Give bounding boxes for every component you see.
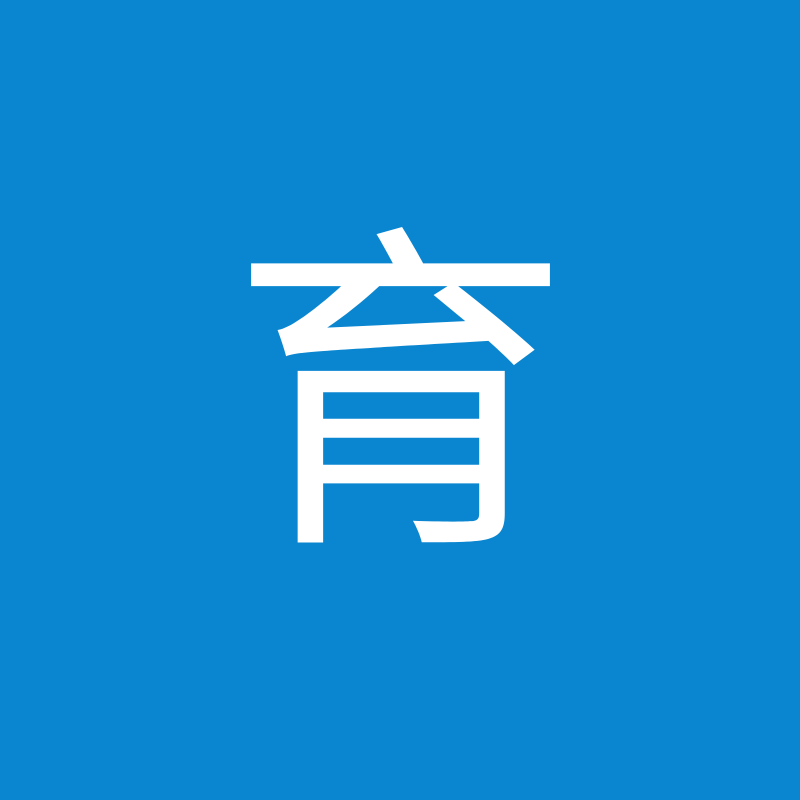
avatar-character: 育 xyxy=(230,200,570,596)
avatar-tile: 育 xyxy=(0,0,800,800)
